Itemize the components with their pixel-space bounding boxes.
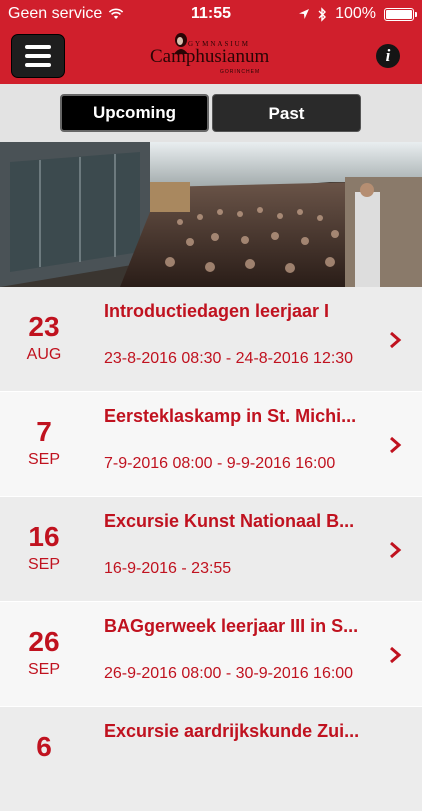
school-logo: GYMNASIUM Camphusianum GORINCHEM	[150, 32, 272, 78]
event-month: SEP	[27, 661, 60, 678]
status-bar: Geen service 11:55 100%	[0, 0, 422, 28]
event-title: Eersteklaskamp in St. Michi...	[104, 406, 357, 426]
tab-past[interactable]: Past	[212, 94, 361, 132]
menu-button[interactable]	[11, 34, 65, 78]
location-arrow-icon	[299, 9, 310, 19]
event-month: SEP	[27, 451, 60, 468]
event-row[interactable]: 26 SEP BAGgerweek leerjaar III in S... 2…	[0, 602, 422, 707]
hamburger-icon-line	[25, 63, 51, 67]
auditorium-photo	[0, 142, 422, 287]
event-day: 16	[28, 521, 60, 552]
battery-percent: 100%	[335, 5, 376, 22]
logo-title: Camphusianum	[150, 46, 270, 67]
hamburger-icon-line	[25, 45, 51, 49]
event-list: 23 AUG Introductiedagen leerjaar I 23-8-…	[0, 287, 422, 812]
event-title: Introductiedagen leerjaar I	[104, 301, 330, 321]
event-row[interactable]: 7 SEP Eersteklaskamp in St. Michi... 7-9…	[0, 392, 422, 497]
logo-location: GORINCHEM	[220, 69, 261, 75]
event-dates: 23-8-2016 08:30 - 24-8-2016 12:30	[104, 350, 354, 367]
event-dates: 7-9-2016 08:00 - 9-9-2016 16:00	[104, 455, 336, 472]
chevron-right-icon	[390, 646, 402, 664]
bluetooth-icon	[318, 6, 327, 22]
event-title: BAGgerweek leerjaar III in S...	[104, 616, 359, 636]
segmented-control: Upcoming Past	[0, 84, 422, 142]
tab-upcoming[interactable]: Upcoming	[60, 94, 209, 132]
hero-photo	[0, 142, 422, 287]
event-month: SEP	[27, 556, 60, 573]
chevron-right-icon	[390, 436, 402, 454]
event-day: 23	[28, 311, 60, 342]
event-month: AUG	[26, 346, 62, 363]
info-button[interactable]: i	[376, 44, 400, 68]
event-day: 6	[36, 731, 52, 762]
hamburger-icon-line	[25, 54, 51, 58]
event-dates: 26-9-2016 08:00 - 30-9-2016 16:00	[104, 665, 354, 682]
event-row[interactable]: 6 Excursie aardrijkskunde Zui...	[0, 707, 422, 812]
event-row[interactable]: 23 AUG Introductiedagen leerjaar I 23-8-…	[0, 287, 422, 392]
battery-icon	[384, 7, 417, 21]
event-title: Excursie Kunst Nationaal B...	[104, 511, 355, 531]
battery-fill	[386, 9, 412, 19]
event-row[interactable]: 16 SEP Excursie Kunst Nationaal B... 16-…	[0, 497, 422, 602]
event-title: Excursie aardrijkskunde Zui...	[104, 721, 360, 741]
chevron-right-icon	[390, 541, 402, 559]
chevron-right-icon	[390, 331, 402, 349]
event-dates: 16-9-2016 - 23:55	[104, 560, 232, 577]
nav-bar: GYMNASIUM Camphusianum GORINCHEM i	[0, 28, 422, 84]
event-day: 7	[36, 416, 52, 447]
status-right: 100%	[298, 5, 417, 23]
event-day: 26	[28, 626, 60, 657]
